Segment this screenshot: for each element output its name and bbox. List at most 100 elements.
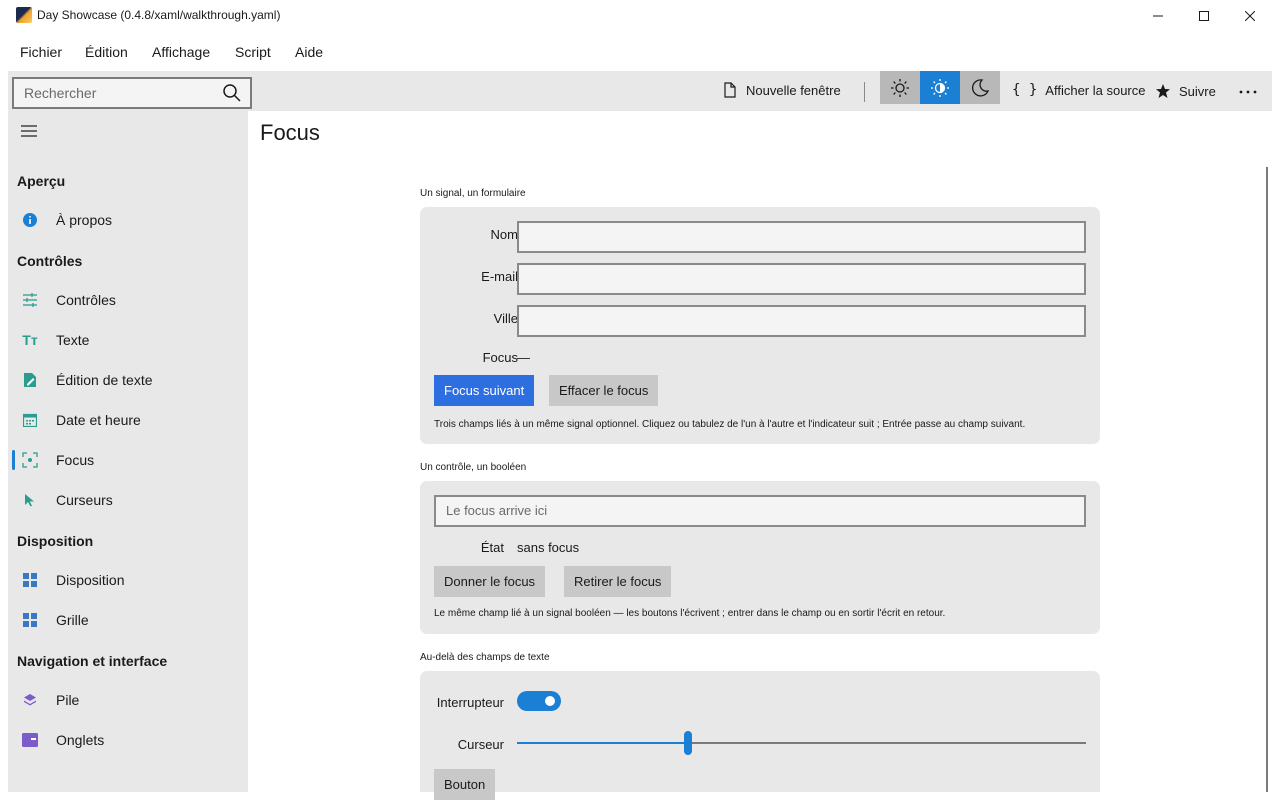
beyond-group-heading: Au-delà des champs de texte [420,652,550,663]
follow-label: Suivre [1179,83,1216,99]
focus-label: Focus [482,350,518,365]
slider-thumb[interactable] [683,731,692,755]
sidebar-item-controles[interactable]: Contrôles [8,282,248,318]
email-field[interactable] [517,263,1086,295]
moon-icon [971,78,990,97]
page-title: Focus [260,120,320,145]
menu-script[interactable]: Script [235,44,271,60]
follow-button[interactable]: Suivre [1155,83,1216,99]
search-input[interactable]: Rechercher [24,85,96,101]
boolean-group-heading: Un contrôle, un booléen [420,462,527,473]
sidebar-item-texte[interactable]: Tт Texte [8,322,248,358]
minimize-button[interactable] [1135,0,1181,32]
view-source-button[interactable]: { } Afficher la source [1012,82,1146,98]
maximize-button[interactable] [1181,0,1227,32]
section-disposition: Disposition [17,533,94,549]
hamburger-menu-icon[interactable] [20,123,38,139]
sidebar-item-label: Édition de texte [56,372,153,388]
menu-affichage[interactable]: Affichage [152,44,210,60]
maximize-icon [1199,11,1209,21]
stack-icon [22,692,38,708]
more-icon [1239,90,1257,94]
calendar-icon [22,412,38,428]
sidebar-item-label: Date et heure [56,412,141,428]
layout-icon [22,572,38,588]
beyond-card: Interrupteur Curseur Bouton [420,671,1100,800]
new-window-label: Nouvelle fenêtre [746,82,841,98]
search-box[interactable]: Rechercher [12,77,252,109]
sidebar-item-label: Contrôles [56,292,116,308]
toggle-switch[interactable] [517,691,561,711]
form-help-text: Trois champs liés à un même signal optio… [434,419,1026,430]
focus-icon [22,452,38,468]
sidebar-item-label: Onglets [56,732,105,748]
contrast-icon [931,78,949,97]
sidebar-item-label: Texte [56,332,90,348]
form-group-heading: Un signal, un formulaire [420,188,526,199]
sidebar-item-pile[interactable]: Pile [8,682,248,718]
toggle-knob [545,696,555,706]
city-label: Ville [493,311,518,326]
app-icon [16,7,32,23]
edit-text-icon [22,372,38,388]
sidebar-item-label: Focus [56,452,95,468]
sidebar-item-label: Curseurs [56,492,113,508]
boolean-card: Le focus arrive ici État sans focus Donn… [420,481,1100,634]
demo-button[interactable]: Bouton [434,769,496,800]
braces-icon: { } [1012,82,1038,98]
switch-label: Interrupteur [436,695,504,710]
theme-light-button[interactable] [880,71,920,104]
clear-focus-button[interactable]: Effacer le focus [549,375,659,406]
menu-edition[interactable]: Édition [85,44,128,60]
tabs-icon [22,732,38,748]
sidebar-item-label: À propos [56,212,113,228]
sidebar-item-onglets[interactable]: Onglets [8,722,248,758]
focus-target-field[interactable]: Le focus arrive ici [434,495,1086,527]
sidebar-item-curseurs[interactable]: Curseurs [8,482,248,518]
minimize-icon [1153,15,1163,17]
remove-focus-button[interactable]: Retirer le focus [564,566,672,597]
name-label: Nom [490,227,518,242]
sidebar-item-label: Disposition [56,572,125,588]
selection-indicator [12,450,15,470]
sidebar-item-disposition[interactable]: Disposition [8,562,248,598]
give-focus-button[interactable]: Donner le focus [434,566,546,597]
toolbar-divider [864,82,865,102]
section-navigation: Navigation et interface [17,653,168,669]
search-icon[interactable] [222,83,242,103]
theme-auto-button[interactable] [920,71,960,104]
form-card: Nom E-mail Ville Focus — Focus suivant E… [420,207,1100,444]
sidebar-item-focus[interactable]: Focus [8,442,248,478]
sidebar-item-edition-texte[interactable]: Édition de texte [8,362,248,398]
sidebar-item-label: Grille [56,612,89,628]
sidebar-item-label: Pile [56,692,80,708]
state-value: sans focus [517,540,580,555]
sidebar-item-date-heure[interactable]: Date et heure [8,402,248,438]
star-icon [1156,84,1170,98]
new-window-button[interactable]: Nouvelle fenêtre [724,82,841,98]
menu-fichier[interactable]: Fichier [20,44,62,60]
next-focus-button[interactable]: Focus suivant [434,375,535,406]
theme-dark-button[interactable] [960,71,1000,104]
section-controles: Contrôles [17,253,83,269]
sidebar: Aperçu À propos Contrôles Contrôles Tт T… [8,111,248,792]
name-field[interactable] [517,221,1086,253]
vertical-scrollbar[interactable] [1266,167,1268,792]
view-source-label: Afficher la source [1045,82,1146,98]
menu-bar: Fichier Édition Affichage Script Aide [0,32,1280,72]
sidebar-item-grille[interactable]: Grille [8,602,248,638]
grid-icon [22,612,38,628]
sliders-icon [22,292,38,308]
email-label: E-mail [481,269,518,284]
more-button[interactable] [1238,82,1258,102]
close-button[interactable] [1227,0,1273,32]
sidebar-item-a-propos[interactable]: À propos [8,202,248,238]
info-icon [22,212,38,228]
slider-label: Curseur [457,737,504,752]
boolean-help-text: Le même champ lié à un signal booléen — … [434,608,946,619]
focus-value: — [517,350,530,365]
focus-target-placeholder: Le focus arrive ici [446,503,548,518]
city-field[interactable] [517,305,1086,337]
state-label: État [480,540,504,555]
menu-aide[interactable]: Aide [295,44,323,60]
